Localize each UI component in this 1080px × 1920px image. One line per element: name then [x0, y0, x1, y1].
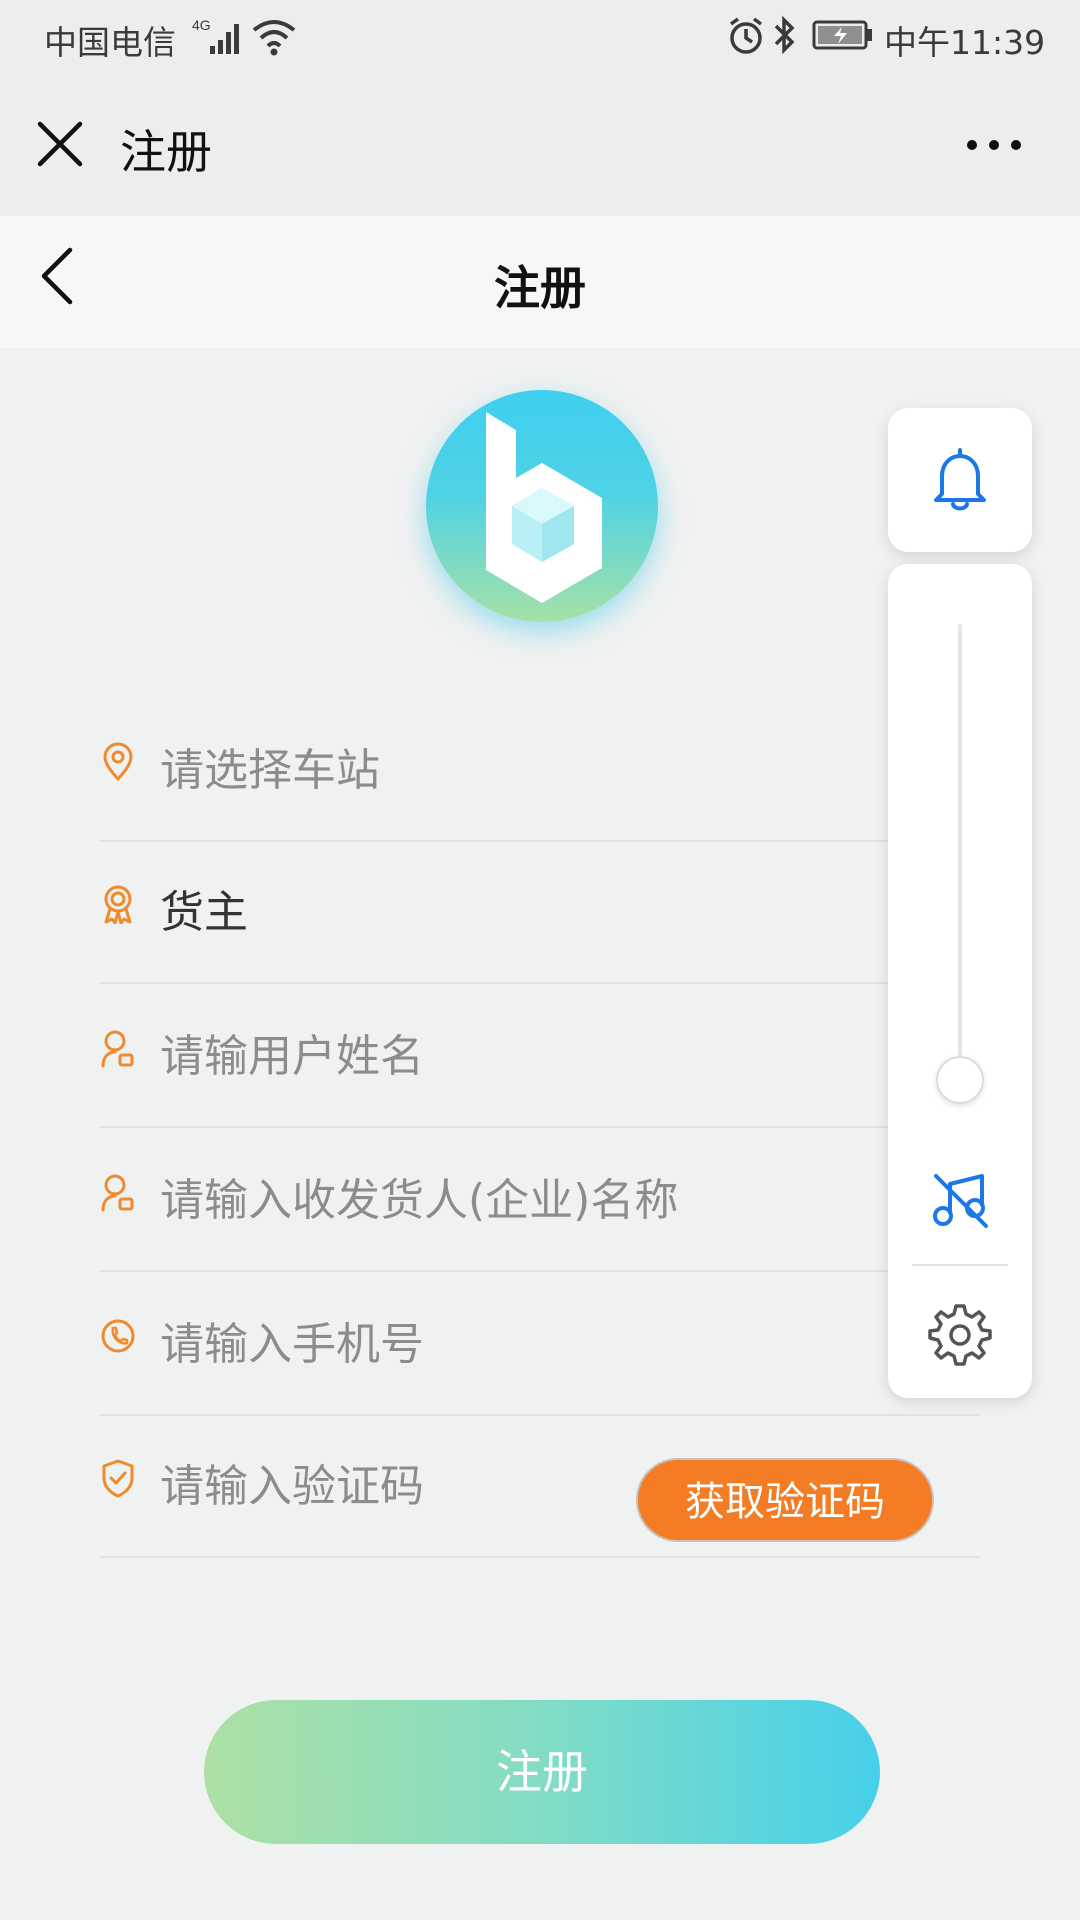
top-bar: 注册 — [0, 76, 1080, 216]
battery-icon — [812, 20, 872, 50]
user-icon — [101, 1030, 134, 1068]
station-placeholder: 请选择车站 — [160, 745, 380, 796]
page-title: 注册 — [494, 261, 586, 315]
volume-slider-track[interactable] — [958, 624, 962, 1104]
username-input[interactable]: 请输用户姓名 — [100, 984, 980, 1128]
gear-icon[interactable] — [928, 1302, 992, 1366]
app-logo — [426, 390, 658, 622]
alarm-icon — [729, 17, 763, 54]
float-panel — [888, 564, 1032, 1398]
station-select[interactable]: 请选择车站 — [100, 698, 980, 842]
company-placeholder: 请输入收发货人(企业)名称 — [160, 1175, 679, 1226]
phone-icon — [101, 1319, 135, 1353]
get-code-button[interactable]: 获取验证码 — [636, 1458, 934, 1542]
bell-icon — [934, 448, 986, 511]
status-bar: 中国电信 4G 中午11:39 — [0, 0, 1080, 76]
bluetooth-icon — [774, 15, 795, 55]
network-badge: 4G — [192, 17, 211, 33]
location-pin-icon — [103, 742, 133, 782]
nav-bar: 注册 — [0, 216, 1080, 348]
username-placeholder: 请输用户姓名 — [160, 1031, 424, 1082]
more-icon[interactable] — [964, 130, 1024, 160]
signal-icon: 4G — [192, 17, 239, 54]
user-icon — [101, 1174, 134, 1212]
panel-divider — [912, 1264, 1008, 1266]
phone-placeholder: 请输入手机号 — [160, 1319, 424, 1370]
code-placeholder: 请输入验证码 — [160, 1461, 424, 1512]
role-select[interactable]: 货主 — [100, 840, 980, 984]
badge-icon — [104, 885, 132, 924]
shield-check-icon — [102, 1459, 134, 1498]
phone-input[interactable]: 请输入手机号 — [100, 1272, 980, 1416]
role-value: 货主 — [160, 887, 248, 938]
clock: 中午11:39 — [884, 23, 1046, 62]
company-input[interactable]: 请输入收发货人(企业)名称 — [100, 1128, 980, 1272]
music-off-icon[interactable] — [930, 1170, 990, 1230]
register-button[interactable]: 注册 — [204, 1700, 880, 1844]
top-bar-title: 注册 — [120, 125, 212, 179]
notification-button[interactable] — [888, 408, 1032, 552]
carrier-label: 中国电信 — [44, 23, 176, 62]
volume-slider-thumb[interactable] — [936, 1056, 984, 1104]
wifi-icon — [252, 20, 296, 56]
logo-b-icon — [486, 412, 602, 603]
close-icon[interactable] — [34, 118, 86, 170]
